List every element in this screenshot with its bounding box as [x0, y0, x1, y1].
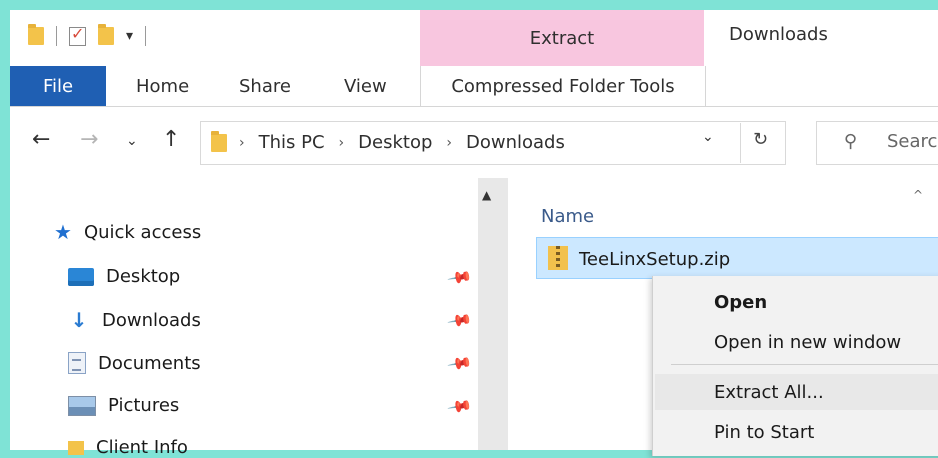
sidebar-item-label: Client Info: [96, 437, 188, 458]
forward-arrow-icon[interactable]: →: [80, 127, 98, 152]
window-title: Downloads: [729, 24, 828, 45]
sidebar-item-client-info[interactable]: Client Info: [68, 437, 188, 458]
ribbon-tabs: File Home Share View Compressed Folder T…: [10, 66, 938, 107]
search-placeholder: Searc: [887, 131, 938, 152]
sort-ascending-icon: ^: [913, 188, 924, 202]
extract-tab-label[interactable]: Extract: [420, 28, 704, 49]
tab-home[interactable]: Home: [136, 66, 189, 106]
sidebar-item-pictures[interactable]: Pictures: [68, 395, 179, 416]
sidebar-item-label: Quick access: [83, 221, 202, 243]
address-bar[interactable]: › This PC › Desktop › Downloads: [200, 121, 786, 165]
file-name: TeeLinxSetup.zip: [579, 249, 731, 270]
menu-item-open[interactable]: Open: [714, 292, 767, 313]
qat-separator: [56, 26, 57, 46]
sidebar-item-documents[interactable]: Documents: [68, 352, 201, 374]
chevron-right-icon[interactable]: ›: [446, 135, 452, 151]
menu-item-open-new-window[interactable]: Open in new window: [714, 332, 901, 353]
breadcrumb: › This PC › Desktop › Downloads: [239, 132, 565, 153]
folder-icon: [68, 440, 84, 455]
zip-folder-icon: [548, 246, 568, 270]
qat-separator-2: [145, 26, 147, 46]
scroll-up-icon[interactable]: ▲: [482, 188, 491, 202]
desktop-icon: [68, 267, 94, 286]
explorer-window: ▾ Extract Downloads File Home Share View…: [10, 10, 938, 458]
sidebar-item-label: Pictures: [108, 395, 180, 416]
list-item[interactable]: TeeLinxSetup.zip: [536, 237, 938, 279]
download-arrow-icon: ↓: [70, 308, 88, 332]
sidebar-item-label: Downloads: [102, 309, 201, 331]
address-folder-icon: [211, 131, 227, 152]
title-bar: ▾ Extract Downloads: [10, 10, 938, 66]
chevron-right-icon[interactable]: ›: [239, 135, 245, 151]
new-folder-icon[interactable]: [98, 24, 114, 45]
sidebar-item-label: Desktop: [106, 266, 181, 287]
navigation-scrollbar[interactable]: [478, 178, 508, 450]
menu-item-pin-to-start[interactable]: Pin to Start: [714, 422, 814, 443]
address-divider: [740, 123, 741, 163]
quick-access-toolbar: ▾: [28, 24, 147, 46]
documents-icon: [68, 352, 86, 374]
navigation-bar: ← → ⌄ ↑ › This PC › Desktop › Downloads …: [10, 107, 938, 177]
crumb-downloads[interactable]: Downloads: [466, 132, 565, 153]
pictures-icon: [68, 395, 96, 416]
sidebar-item-label: Documents: [98, 352, 201, 374]
sidebar-item-desktop[interactable]: Desktop: [68, 266, 180, 287]
tab-share[interactable]: Share: [239, 66, 291, 106]
chevron-right-icon[interactable]: ›: [339, 135, 345, 151]
tab-view[interactable]: View: [344, 66, 387, 106]
search-icon: ⚲: [844, 131, 858, 152]
refresh-icon[interactable]: ↻: [753, 129, 768, 150]
folder-icon[interactable]: [28, 24, 44, 45]
address-dropdown-icon[interactable]: ⌄: [702, 129, 714, 145]
properties-icon[interactable]: [69, 24, 86, 46]
context-menu: Open Open in new window Extract All... P…: [652, 276, 938, 456]
menu-separator: [671, 364, 938, 365]
back-arrow-icon[interactable]: ←: [32, 127, 50, 152]
recent-locations-icon[interactable]: ⌄: [126, 133, 138, 149]
sidebar-item-quick-access[interactable]: ★ Quick access: [54, 220, 201, 244]
menu-item-extract-all[interactable]: Extract All...: [714, 382, 824, 403]
tab-compressed-folder-tools[interactable]: Compressed Folder Tools: [420, 66, 706, 106]
star-icon: ★: [54, 220, 72, 244]
tab-file[interactable]: File: [10, 66, 106, 106]
sidebar-item-downloads[interactable]: ↓ Downloads: [68, 308, 201, 332]
crumb-desktop[interactable]: Desktop: [358, 132, 432, 153]
crumb-this-pc[interactable]: This PC: [259, 132, 325, 153]
column-header-name[interactable]: Name: [541, 206, 594, 227]
up-arrow-icon[interactable]: ↑: [162, 127, 180, 152]
customize-qat-icon[interactable]: ▾: [126, 28, 133, 44]
